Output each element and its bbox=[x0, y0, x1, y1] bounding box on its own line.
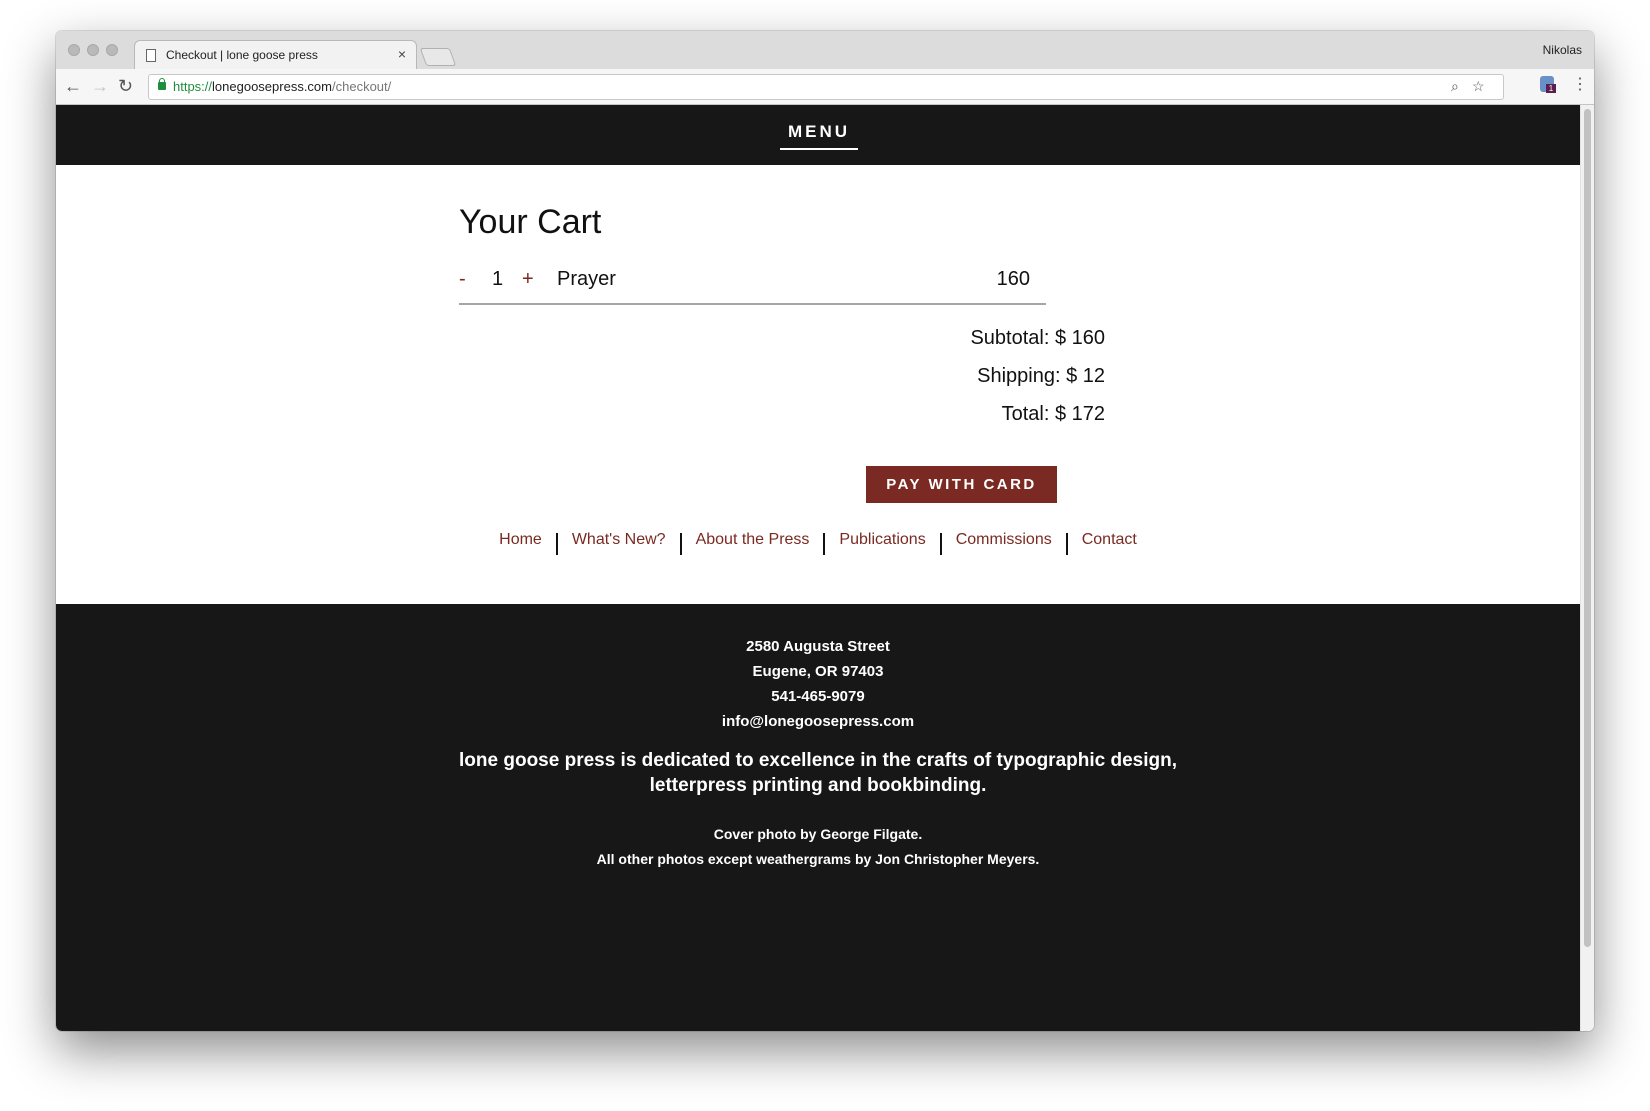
footer-nav: Home What's New? About the Press Publicatio… bbox=[56, 529, 1580, 555]
maximize-window-icon[interactable] bbox=[106, 44, 118, 56]
browser-window: Checkout | lone goose press × Nikolas ← … bbox=[56, 31, 1594, 1031]
tab-close-icon[interactable]: × bbox=[398, 46, 406, 62]
tab-title: Checkout | lone goose press bbox=[166, 48, 318, 62]
url-path: /checkout/ bbox=[332, 79, 392, 94]
pay-with-card-button[interactable]: PAY WITH CARD bbox=[866, 466, 1057, 503]
subtotal: Subtotal: $ 160 bbox=[970, 327, 1105, 349]
email-link[interactable]: info@lonegoosepress.com bbox=[56, 709, 1580, 734]
site-header: MENU bbox=[56, 105, 1580, 165]
photo-credit-line1: Cover photo by George Filgate. bbox=[713, 826, 923, 842]
address-street: 2580 Augusta Street bbox=[746, 638, 890, 655]
menu-link[interactable]: MENU bbox=[780, 122, 858, 150]
address-city: Eugene, OR 97403 bbox=[752, 663, 884, 680]
bookmark-star-icon[interactable]: ☆ bbox=[1472, 78, 1485, 95]
mission-statement-line2: letterpress printing and bookbinding. bbox=[649, 775, 987, 796]
profile-name[interactable]: Nikolas bbox=[1543, 43, 1582, 57]
item-price: 160 bbox=[996, 268, 1030, 290]
site-footer: 2580 Augusta Street Eugene, OR 97403 541… bbox=[56, 604, 1580, 1031]
back-arrow-icon[interactable]: ← bbox=[64, 75, 82, 97]
cart-line-item: - 1 + Prayer 160 bbox=[459, 263, 1046, 305]
nav-link-commissions[interactable]: Commissions bbox=[942, 529, 1066, 551]
quantity-decrease-button[interactable]: - bbox=[459, 268, 466, 291]
quantity-value: 1 bbox=[492, 268, 504, 290]
item-name: Prayer bbox=[557, 268, 616, 290]
close-window-icon[interactable] bbox=[68, 44, 80, 56]
nav-link-contact[interactable]: Contact bbox=[1068, 529, 1151, 551]
quantity-increase-button[interactable]: + bbox=[522, 268, 534, 291]
zoom-icon[interactable]: ⌕ bbox=[1451, 78, 1459, 95]
url-text: https://lonegoosepress.com/checkout/ bbox=[173, 79, 391, 94]
url-host: lonegoosepress.com bbox=[212, 79, 332, 94]
browser-toolbar: ← → ↻ https://lonegoosepress.com/checkou… bbox=[56, 69, 1594, 105]
mission-statement-line1: lone goose press is dedicated to excelle… bbox=[459, 750, 1177, 771]
browser-titlebar: Checkout | lone goose press × Nikolas bbox=[56, 31, 1594, 70]
scrollbar-thumb[interactable] bbox=[1584, 109, 1591, 947]
page-viewport: MENU Your Cart - 1 + Prayer 160 Subtotal… bbox=[56, 105, 1580, 1031]
forward-arrow-icon[interactable]: → bbox=[91, 75, 109, 97]
phone-number: 541-465-9079 bbox=[771, 688, 865, 705]
photo-credit-line2: All other photos except weathergrams by … bbox=[596, 851, 1040, 867]
nav-link-about[interactable]: About the Press bbox=[682, 529, 824, 551]
new-tab-button[interactable] bbox=[419, 48, 457, 66]
browser-tab-active[interactable]: Checkout | lone goose press × bbox=[134, 40, 417, 70]
total: Total: $ 172 bbox=[1001, 403, 1105, 425]
shipping: Shipping: $ 12 bbox=[977, 365, 1105, 387]
browser-menu-icon[interactable]: ⋮ bbox=[1572, 74, 1588, 94]
lock-icon bbox=[158, 78, 166, 90]
address-bar[interactable]: https://lonegoosepress.com/checkout/ ⌕ ☆ bbox=[148, 74, 1504, 100]
cart-totals: Subtotal: $ 160 Shipping: $ 12 Total: $ … bbox=[970, 327, 1105, 441]
nav-link-whats-new[interactable]: What's New? bbox=[558, 529, 680, 551]
url-scheme: https:// bbox=[173, 79, 213, 94]
nav-link-publications[interactable]: Publications bbox=[825, 529, 939, 551]
minimize-window-icon[interactable] bbox=[87, 44, 99, 56]
document-icon bbox=[146, 49, 156, 62]
nav-link-home[interactable]: Home bbox=[485, 529, 556, 551]
page-title: Your Cart bbox=[459, 203, 602, 241]
page-scrollbar[interactable] bbox=[1580, 105, 1594, 1031]
extension-badge: 1 bbox=[1546, 84, 1556, 93]
reload-icon[interactable]: ↻ bbox=[118, 75, 133, 97]
